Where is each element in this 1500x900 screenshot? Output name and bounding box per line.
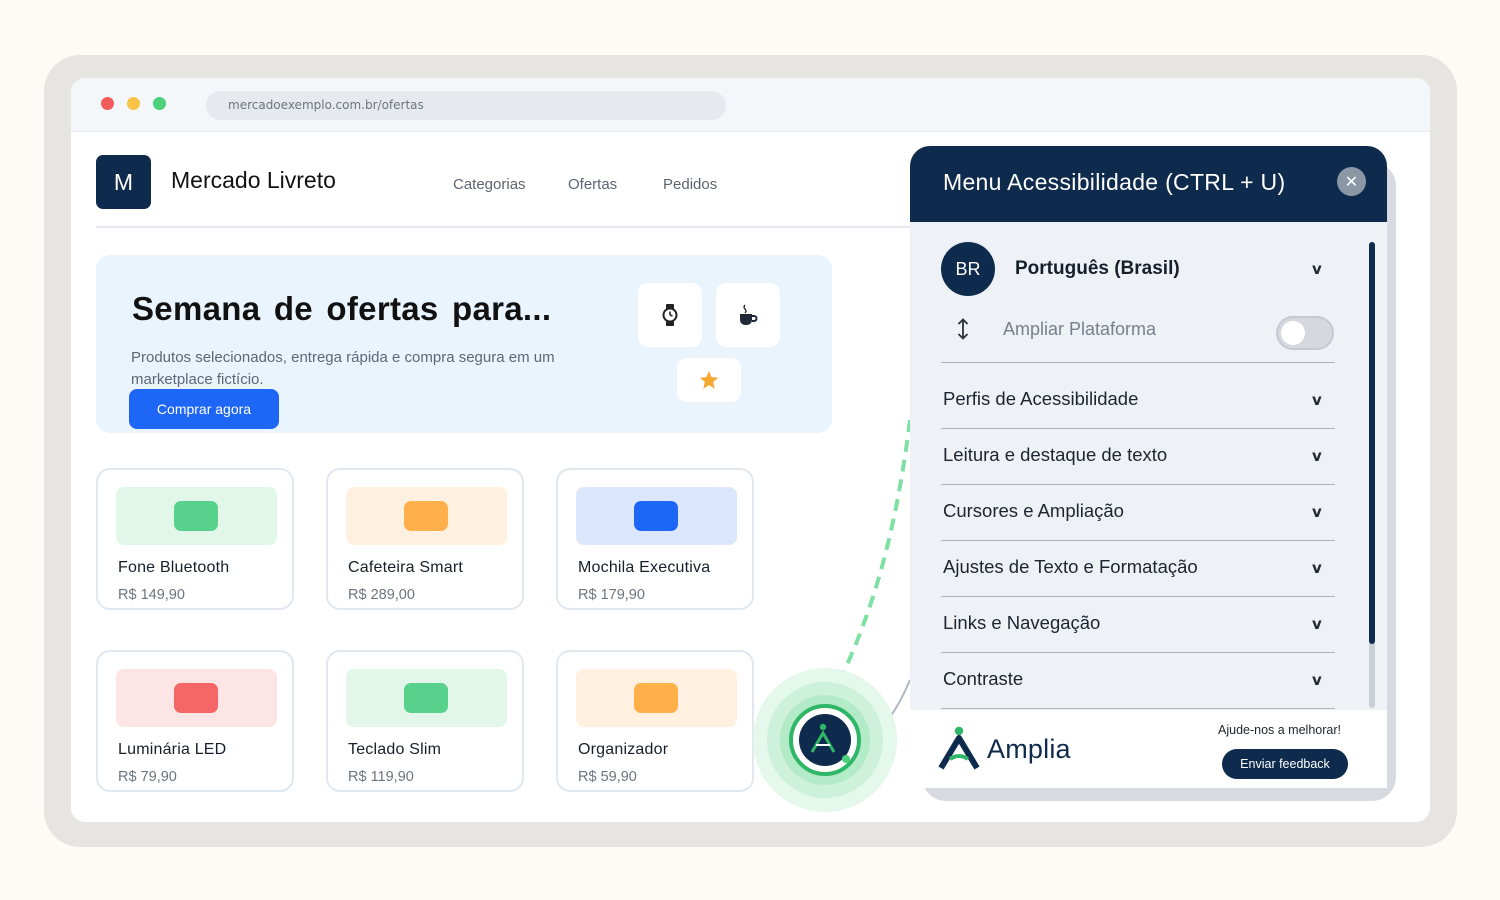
section-divider [941, 596, 1335, 597]
section-divider [941, 484, 1335, 485]
section-divider [941, 540, 1335, 541]
chevron-down-icon[interactable]: v [1312, 391, 1322, 409]
panel-scrollbar-thumb[interactable] [1369, 242, 1375, 644]
toggle-knob [1281, 321, 1305, 345]
panel-header: Menu Acessibilidade (CTRL + U) ✕ [910, 146, 1387, 222]
section-text-reading[interactable]: Leitura e destaque de texto [943, 444, 1167, 466]
enlarge-platform-toggle[interactable] [1276, 316, 1334, 350]
section-divider [941, 428, 1335, 429]
section-text-formatting[interactable]: Ajustes de Texto e Formatação [943, 556, 1198, 578]
amplia-logo-icon [938, 726, 980, 770]
panel-title: Menu Acessibilidade (CTRL + U) [943, 169, 1286, 195]
chevron-down-icon[interactable]: v [1312, 260, 1322, 278]
vertical-resize-icon [957, 318, 969, 340]
chevron-down-icon[interactable]: v [1312, 559, 1322, 577]
send-feedback-button[interactable]: Enviar feedback [1222, 749, 1348, 779]
accessibility-launcher[interactable] [753, 668, 897, 812]
language-selector[interactable]: Português (Brasil) [1015, 258, 1180, 280]
panel-footer: Amplia Ajude-nos a melhorar! Enviar feed… [910, 710, 1387, 788]
amplia-logo-text: Amplia [987, 734, 1071, 764]
enlarge-platform-label: Ampliar Plataforma [1003, 319, 1157, 339]
chevron-down-icon[interactable]: v [1312, 447, 1322, 465]
section-accessibility-profiles[interactable]: Perfis de Acessibilidade [943, 388, 1138, 410]
section-contrast[interactable]: Contraste [943, 668, 1023, 690]
close-icon[interactable]: ✕ [1337, 167, 1366, 196]
chevron-down-icon[interactable]: v [1312, 615, 1322, 633]
chevron-down-icon[interactable]: v [1312, 503, 1322, 521]
section-divider [941, 708, 1335, 709]
help-text: Ajude-nos a melhorar! [1218, 723, 1341, 737]
language-flag-badge: BR [941, 242, 995, 296]
section-divider [941, 362, 1335, 363]
chevron-down-icon[interactable]: v [1312, 671, 1322, 689]
section-cursors-magnification[interactable]: Cursores e Ampliação [943, 500, 1124, 522]
section-divider [941, 652, 1335, 653]
accessibility-panel: Menu Acessibilidade (CTRL + U) ✕ BR Port… [910, 146, 1387, 788]
section-links-navigation[interactable]: Links e Navegação [943, 612, 1100, 634]
